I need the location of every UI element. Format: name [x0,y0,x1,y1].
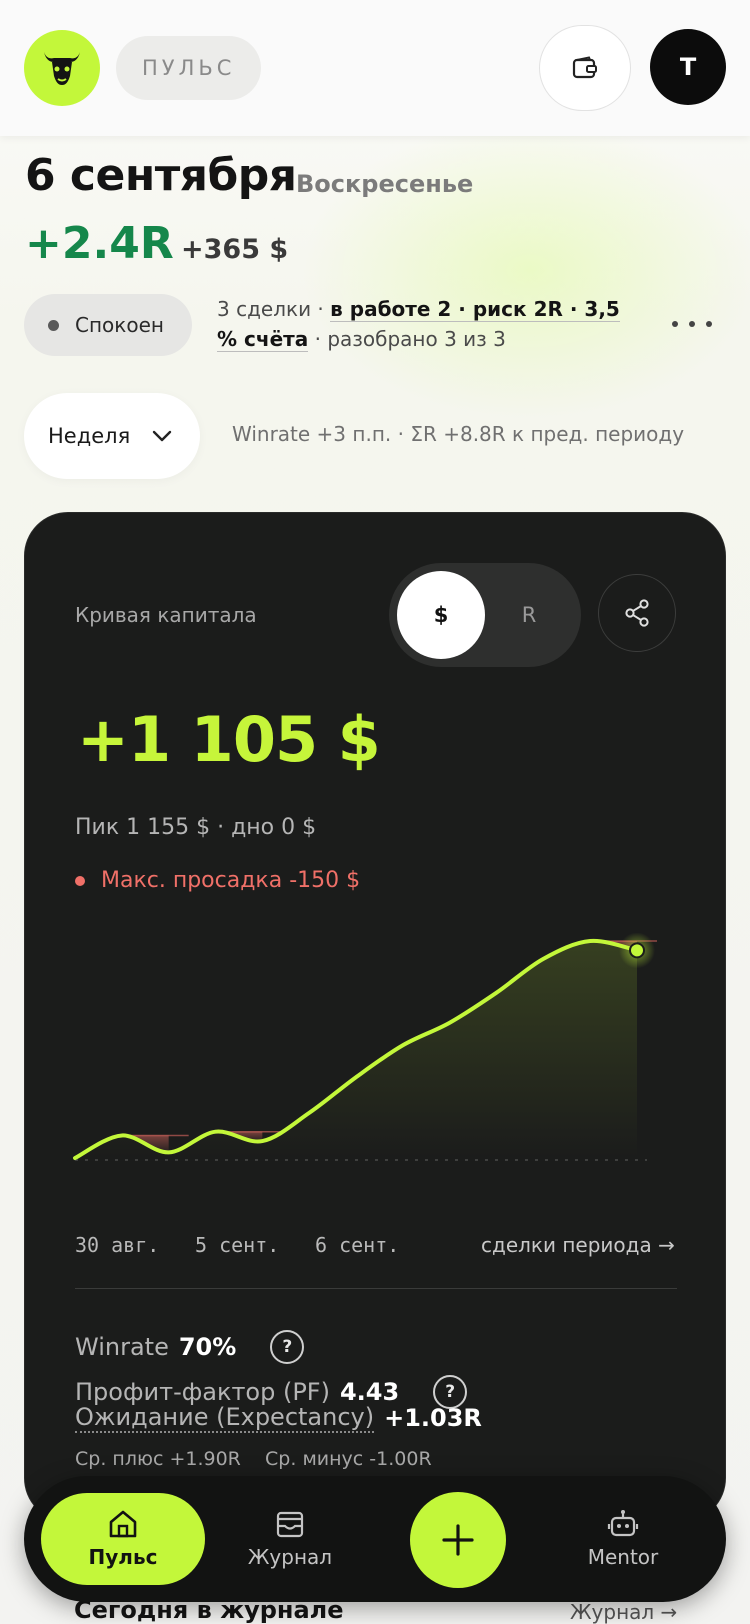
add-trade-button[interactable] [410,1492,506,1588]
avg-win-loss: Ср. плюс +1.90R Ср. минус -1.00R [75,1448,432,1470]
period-selected-label: Неделя [48,424,131,448]
period-comparison: Winrate +3 п.п. · ΣR +8.8R к пред. перио… [232,422,685,446]
wallet-icon [572,56,597,79]
nav-item-pulse[interactable]: Пульс [41,1493,205,1585]
share-button[interactable] [598,574,676,652]
brand-pill[interactable]: ПУЛЬС [116,36,262,100]
currency-toggle[interactable]: $ R [389,563,581,667]
max-drawdown-label: Макс. просадка -150 $ [101,868,361,893]
x-tick-label: 30 авг. [75,1233,160,1257]
equity-total: +1 105 $ [77,703,381,776]
toggle-usd[interactable]: $ [397,571,485,659]
equity-chart[interactable] [25,933,726,1233]
page-title: 6 сентября [25,150,297,201]
pf-value: 4.43 [339,1378,400,1406]
day-summary: 3 сделки · в работе 2 · риск 2R · 3,5 % … [217,294,637,354]
help-icon[interactable]: ? [270,1330,305,1364]
nav-label: Журнал [247,1545,333,1569]
weekday-label: Воскресенье [296,170,474,198]
status-dot-icon [48,319,59,331]
app-header: ПУЛЬС T [0,0,750,136]
status-label: Спокоен [75,313,164,337]
journal-link[interactable]: Журнал → [570,1600,677,1624]
max-drawdown: Макс. просадка -150 $ [75,868,360,893]
nav-label: Mentor [587,1545,659,1569]
summary-suffix: · разобрано 3 из 3 [308,327,506,351]
card-divider [75,1288,677,1289]
expectancy-label[interactable]: Ожидание (Expectancy) [75,1403,375,1433]
winrate-metric: Winrate 70% ? [75,1330,305,1364]
expectancy-metric: Ожидание (Expectancy) +1.03R [75,1403,482,1433]
equity-curve-card: Кривая капитала $ R +1 105 $ Пик 1 155 $… [24,512,726,1522]
robot-icon [607,1510,639,1537]
x-tick-label: 5 сент. [195,1233,280,1257]
period-trades-link[interactable]: сделки периода → [481,1233,675,1257]
chart-area [75,940,637,1158]
peak-trough-text: Пик 1 155 $ · дно 0 $ [75,815,317,840]
wallet-button[interactable] [539,25,631,111]
day-result-usd: +365 $ [181,234,289,265]
winrate-value: 70% [178,1333,237,1361]
nav-label: Пульс [88,1545,158,1569]
summary-prefix: 3 сделки · [217,297,331,321]
more-options-icon[interactable] [672,312,712,336]
share-icon [625,599,649,627]
x-tick-label: 6 сент. [315,1233,400,1257]
winrate-label: Winrate [75,1333,169,1361]
nav-item-journal[interactable]: Журнал [208,1493,372,1585]
chevron-down-icon [153,430,172,442]
avatar[interactable]: T [650,29,726,105]
bottom-nav: Пульс Журнал Mentor [24,1476,726,1602]
plus-icon [442,1524,474,1556]
card-title: Кривая капитала [75,603,257,627]
pf-label: Профит-фактор (PF) [75,1378,330,1406]
home-icon [109,1510,137,1538]
day-result-r: +2.4R [25,218,174,269]
period-dropdown[interactable]: Неделя [24,393,200,479]
nav-item-mentor[interactable]: Mentor [541,1493,705,1585]
expectancy-value: +1.03R [384,1404,482,1432]
mood-status-button[interactable]: Спокоен [24,294,192,356]
bull-logo-icon[interactable] [24,30,100,106]
inbox-icon [276,1511,304,1538]
drawdown-dot-icon [75,875,85,886]
end-point[interactable] [629,942,645,959]
background-glow [300,120,750,420]
toggle-r[interactable]: R [485,571,573,659]
